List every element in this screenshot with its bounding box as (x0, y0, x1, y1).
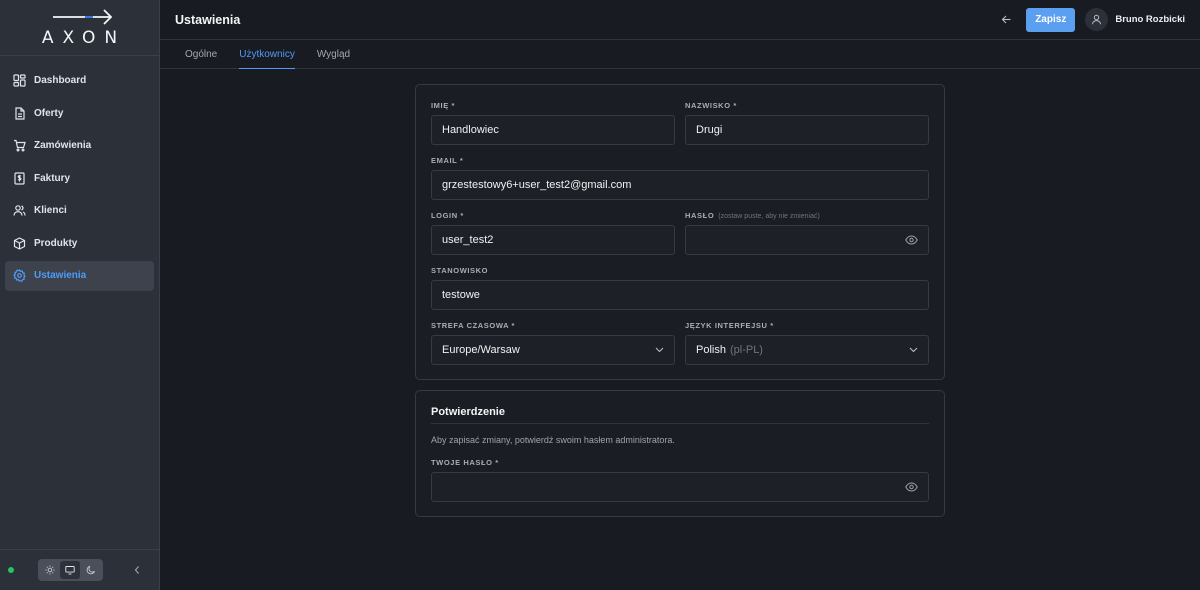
position-value: testowe (442, 289, 480, 301)
logo-text: AXON (41, 27, 127, 48)
divider (431, 423, 929, 424)
moon-icon (86, 565, 95, 575)
user-name[interactable]: Bruno Rozbicki (1115, 14, 1185, 25)
email-value: grzestestowy6+user_test2@gmail.com (442, 179, 632, 191)
arrow-left-icon (1001, 15, 1011, 24)
position-label: STANOWISKO (431, 266, 489, 275)
chevron-down-icon (909, 347, 918, 353)
avatar[interactable] (1085, 8, 1109, 31)
chevron-down-icon (655, 347, 664, 353)
document-icon (13, 106, 26, 120)
login-field[interactable]: user_test2 (431, 225, 675, 255)
user-form-card: IMIĘ * Handlowiec NAZWISKO * Drugi EMAIL… (415, 84, 945, 380)
sun-icon (45, 565, 55, 575)
theme-system-button[interactable] (60, 561, 81, 579)
cart-icon (13, 139, 26, 152)
invoice-icon (13, 171, 26, 185)
sidebar-item-oferty[interactable]: Oferty (5, 98, 154, 128)
tab-wyglad[interactable]: Wygląd (317, 40, 350, 69)
header-actions: Zapisz Bruno Rozbicki (1001, 7, 1185, 32)
position-field[interactable]: testowe (431, 280, 929, 310)
sidebar-item-label: Ustawienia (34, 270, 87, 281)
collapse-sidebar-button[interactable] (133, 565, 141, 575)
sidebar-item-faktury[interactable]: Faktury (5, 163, 154, 193)
dashboard-icon (13, 74, 26, 87)
theme-dark-button[interactable] (81, 561, 101, 579)
first-name-label: IMIĘ * (431, 101, 456, 110)
timezone-value: Europe/Warsaw (442, 344, 520, 356)
password-label: HASŁO (zostaw puste, aby nie zmieniać) (685, 211, 820, 220)
password-label-text: HASŁO (685, 211, 715, 220)
timezone-select[interactable]: Europe/Warsaw (431, 335, 675, 365)
show-password-button[interactable] (905, 235, 918, 245)
timezone-label: STREFA CZASOWA * (431, 321, 516, 330)
show-password-button[interactable] (905, 482, 918, 492)
last-name-value: Drugi (696, 124, 723, 136)
sidebar-item-produkty[interactable]: Produkty (5, 228, 154, 258)
sidebar-item-zamowienia[interactable]: Zamówienia (5, 131, 154, 161)
language-select[interactable]: Polish (pl-PL) (685, 335, 929, 365)
last-name-label: NAZWISKO * (685, 101, 737, 110)
email-label: EMAIL * (431, 156, 464, 165)
theme-switcher (38, 559, 103, 581)
sidebar-item-ustawienia[interactable]: Ustawienia (5, 260, 154, 291)
eye-icon (905, 482, 918, 492)
admin-password-label: TWOJE HASŁO * (431, 458, 499, 467)
theme-light-button[interactable] (40, 561, 60, 579)
sidebar-item-label: Faktury (34, 172, 71, 184)
confirmation-description: Aby zapisać zmiany, potwierdź swoim hasł… (431, 435, 675, 445)
back-button[interactable] (1001, 14, 1012, 25)
email-field[interactable]: grzestestowy6+user_test2@gmail.com (431, 170, 929, 200)
top-header: Ustawienia Zapisz Bruno Rozbicki (160, 0, 1200, 40)
user-icon (1092, 14, 1102, 25)
sidebar-item-klienci[interactable]: Klienci (5, 196, 154, 226)
last-name-field[interactable]: Drugi (685, 115, 929, 145)
first-name-value: Handlowiec (442, 124, 499, 136)
status-dot (8, 567, 14, 573)
save-button[interactable]: Zapisz (1026, 7, 1076, 32)
sidebar-footer (0, 549, 160, 590)
users-icon (13, 204, 26, 217)
language-code: (pl-PL) (729, 344, 763, 356)
eye-icon (905, 235, 918, 245)
settings-tabs: Ogólne Użytkownicy Wygląd (160, 40, 1200, 69)
chevron-left-icon (134, 566, 139, 574)
tab-uzytkownicy[interactable]: Użytkownicy (239, 40, 295, 69)
sidebar-item-dashboard[interactable]: Dashboard (5, 66, 154, 96)
sidebar-item-label: Klienci (34, 205, 67, 216)
page-title: Ustawienia (175, 12, 241, 27)
language-label: JĘZYK INTERFEJSU * (685, 321, 774, 330)
confirmation-title: Potwierdzenie (431, 406, 505, 418)
password-hint: (zostaw puste, aby nie zmieniać) (718, 213, 820, 220)
sidebar-nav: Dashboard Oferty Zamówienia Faktury Klie… (0, 56, 159, 291)
first-name-field[interactable]: Handlowiec (431, 115, 675, 145)
tab-ogolne[interactable]: Ogólne (185, 40, 217, 69)
login-label: LOGIN * (431, 211, 464, 220)
sidebar: AXON Dashboard Oferty Zamówienia Faktury (0, 0, 160, 590)
sidebar-item-label: Zamówienia (34, 140, 92, 151)
admin-password-field[interactable] (431, 472, 929, 502)
confirmation-card: Potwierdzenie Aby zapisać zmiany, potwie… (415, 390, 945, 517)
sidebar-item-label: Produkty (34, 237, 78, 249)
sidebar-item-label: Dashboard (34, 75, 87, 86)
sidebar-item-label: Oferty (34, 107, 64, 119)
monitor-icon (65, 566, 76, 575)
logo[interactable]: AXON (0, 0, 159, 56)
box-icon (13, 236, 26, 250)
language-value: Polish (696, 344, 726, 356)
logo-arrow-icon (52, 8, 112, 25)
login-value: user_test2 (442, 234, 494, 246)
gear-icon (13, 269, 26, 282)
password-field[interactable] (685, 225, 929, 255)
